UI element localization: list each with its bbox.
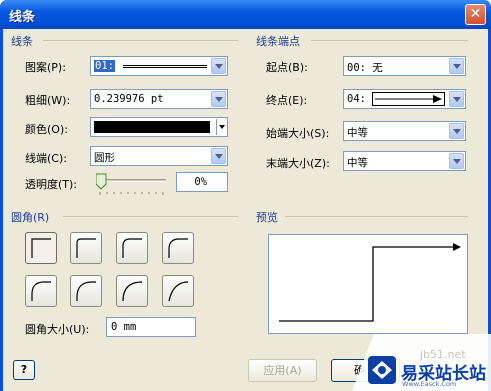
chevron-down-icon[interactable] bbox=[216, 119, 226, 135]
begin-value: 00: 无 bbox=[347, 62, 383, 74]
corner-round-icon bbox=[122, 281, 143, 302]
corner-round-icon bbox=[76, 281, 96, 301]
weight-value: 0.239976 pt bbox=[94, 93, 164, 105]
corner-square-icon bbox=[31, 238, 51, 258]
pattern-value: 01: bbox=[94, 60, 115, 72]
section-divider bbox=[63, 216, 238, 217]
cap-value: 圆形 bbox=[94, 152, 115, 164]
apply-button[interactable]: 应用(A) bbox=[248, 359, 317, 382]
chevron-down-icon[interactable] bbox=[211, 148, 226, 164]
section-heading-line: 线条 bbox=[11, 35, 33, 48]
rounding-size-label: 圆角大小(U): bbox=[25, 323, 90, 336]
corner-option-5[interactable] bbox=[70, 275, 102, 307]
transparency-input[interactable]: 0% bbox=[176, 172, 228, 192]
pattern-label: 图案(P): bbox=[25, 61, 66, 74]
watermark-sub: Www.Easck.Com bbox=[402, 380, 457, 388]
begin-size-label: 始端大小(S): bbox=[266, 127, 330, 140]
end-dropdown[interactable]: 04: bbox=[343, 89, 466, 109]
section-heading-rounding: 圆角(R) bbox=[11, 211, 50, 224]
section-divider bbox=[285, 216, 468, 217]
color-dropdown[interactable] bbox=[90, 117, 228, 137]
end-label: 终点(E): bbox=[266, 94, 308, 107]
chevron-down-icon[interactable] bbox=[449, 123, 464, 139]
corner-round-icon bbox=[122, 238, 142, 258]
end-size-value: 中等 bbox=[347, 157, 368, 169]
rounding-size-value: 0 mm bbox=[111, 321, 137, 333]
dialog-window: 线条 ✕ 线条 图案(P): 01: 粗细(W): 0.239976 pt 颜色… bbox=[0, 0, 491, 391]
chevron-down-icon[interactable] bbox=[211, 91, 226, 107]
corner-option-1[interactable] bbox=[70, 232, 102, 264]
section-heading-ends: 线条端点 bbox=[256, 35, 300, 48]
end-value: 04: bbox=[347, 93, 366, 105]
watermark: jb51.net 易采站长站 Www.Easck.Com bbox=[352, 330, 491, 391]
window-title: 线条 bbox=[9, 10, 36, 25]
slider-thumb[interactable] bbox=[96, 173, 107, 190]
preview-pane bbox=[268, 234, 468, 334]
transparency-value: 0% bbox=[194, 176, 207, 188]
connector-preview bbox=[279, 243, 461, 322]
cap-label: 线端(C): bbox=[25, 152, 67, 165]
corner-option-3[interactable] bbox=[162, 232, 194, 264]
section-divider bbox=[311, 40, 468, 41]
arrow-end-icon bbox=[375, 95, 442, 103]
chevron-down-icon[interactable] bbox=[449, 58, 464, 74]
corner-option-4[interactable] bbox=[25, 275, 57, 307]
end-size-label: 末端大小(Z): bbox=[266, 157, 330, 170]
begin-size-dropdown[interactable]: 中等 bbox=[343, 121, 466, 141]
corner-round-icon bbox=[168, 281, 189, 302]
help-button[interactable]: ? bbox=[13, 360, 35, 380]
weight-label: 粗细(W): bbox=[25, 94, 71, 107]
title-bar[interactable]: 线条 ✕ bbox=[0, 0, 491, 29]
corner-round-icon bbox=[31, 281, 51, 301]
pattern-line-sample bbox=[123, 65, 207, 68]
transparency-slider[interactable] bbox=[96, 172, 168, 196]
chevron-down-icon[interactable] bbox=[211, 58, 226, 74]
begin-size-value: 中等 bbox=[347, 127, 368, 139]
pattern-dropdown[interactable]: 01: bbox=[90, 56, 228, 76]
begin-dropdown[interactable]: 00: 无 bbox=[343, 56, 466, 76]
weight-dropdown[interactable]: 0.239976 pt bbox=[90, 89, 228, 109]
corner-round-icon bbox=[76, 238, 96, 258]
close-button[interactable]: ✕ bbox=[465, 4, 486, 25]
corner-option-6[interactable] bbox=[116, 275, 148, 307]
corner-option-0[interactable] bbox=[25, 232, 57, 264]
corner-round-icon bbox=[168, 238, 188, 258]
corner-option-7[interactable] bbox=[162, 275, 194, 307]
end-size-dropdown[interactable]: 中等 bbox=[343, 151, 466, 171]
color-swatch bbox=[94, 121, 210, 133]
rounding-size-input[interactable]: 0 mm bbox=[106, 317, 196, 337]
chevron-down-icon[interactable] bbox=[449, 91, 464, 107]
section-divider bbox=[43, 40, 238, 41]
corner-option-2[interactable] bbox=[116, 232, 148, 264]
section-heading-preview: 预览 bbox=[256, 211, 278, 224]
transparency-label: 透明度(T): bbox=[25, 178, 78, 191]
chevron-down-icon[interactable] bbox=[449, 153, 464, 169]
cap-dropdown[interactable]: 圆形 bbox=[90, 146, 228, 166]
begin-label: 起点(B): bbox=[266, 61, 308, 74]
color-label: 颜色(O): bbox=[25, 123, 68, 136]
arrow-sample bbox=[372, 92, 445, 106]
